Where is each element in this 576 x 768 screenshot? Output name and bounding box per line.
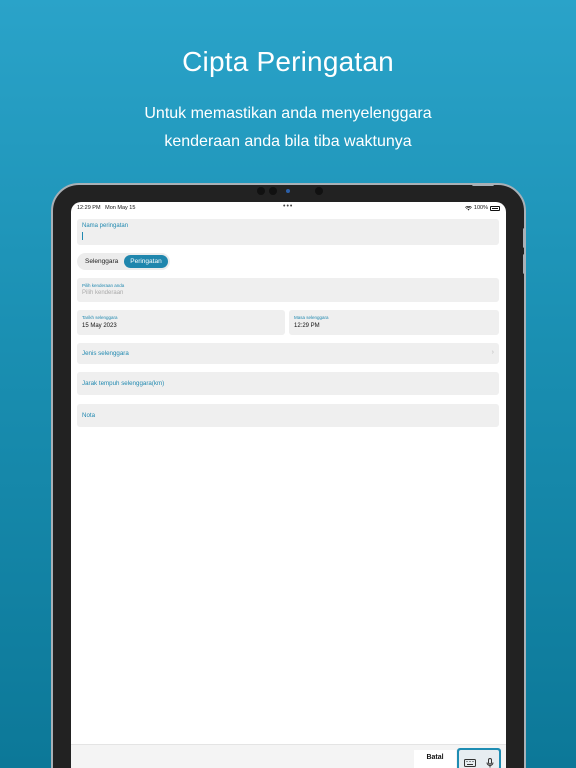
- microphone-icon[interactable]: [486, 758, 494, 768]
- status-right: 100%: [464, 205, 500, 211]
- maintenance-date-field[interactable]: Tarikh selenggara 15 May 2023: [77, 310, 285, 335]
- promo-subtitle-line2: kenderaan anda bila tiba waktunya: [164, 133, 412, 150]
- vehicle-select-field[interactable]: Pilih kenderaan anda Pilih kenderaan: [77, 278, 499, 302]
- bottom-bar: Batal: [71, 744, 506, 768]
- wifi-icon: [464, 205, 472, 210]
- keyboard-accessory-inner: [459, 750, 499, 768]
- tablet-volume-down-button: [523, 254, 526, 274]
- maintenance-time-label: Masa selenggara: [294, 315, 329, 320]
- maintenance-type-field[interactable]: Jenis selenggara ›: [77, 343, 499, 364]
- app-screen: 12:29 PM Mon May 15 ••• 100% Nama pering…: [71, 202, 506, 768]
- promo-subtitle-line1: Untuk memastikan anda menyelenggara: [144, 105, 432, 122]
- camera-lens: [286, 189, 290, 193]
- text-cursor: [82, 232, 83, 240]
- vehicle-select-placeholder: Pilih kenderaan: [82, 290, 124, 296]
- battery-percent: 100%: [473, 205, 488, 211]
- mileage-label: Jarak tempuh selenggara(km): [82, 380, 165, 387]
- maintenance-date-value: 15 May 2023: [82, 323, 117, 329]
- maintenance-date-label: Tarikh selenggara: [82, 315, 118, 320]
- reminder-name-field[interactable]: Nama peringatan: [77, 219, 499, 245]
- status-time: 12:29 PM Mon May 15: [77, 205, 135, 211]
- segment-selenggara[interactable]: Selenggara: [79, 255, 124, 268]
- status-bar: 12:29 PM Mon May 15 ••• 100%: [71, 202, 506, 214]
- keyboard-icon[interactable]: [464, 759, 476, 768]
- mileage-field[interactable]: Jarak tempuh selenggara(km): [77, 372, 499, 395]
- camera-sensor: [269, 187, 277, 195]
- notes-label: Nota: [82, 412, 96, 419]
- segment-peringatan[interactable]: Peringatan: [124, 255, 168, 268]
- chevron-right-icon: ›: [491, 349, 494, 356]
- maintenance-time-value: 12:29 PM: [294, 323, 320, 329]
- vehicle-select-label: Pilih kenderaan anda: [82, 283, 125, 288]
- promo-title: Cipta Peringatan: [182, 46, 394, 77]
- reminder-name-label: Nama peringatan: [82, 223, 129, 229]
- multitasking-dots-icon[interactable]: •••: [283, 203, 293, 210]
- cancel-button[interactable]: Batal: [414, 750, 456, 768]
- maintenance-time-field[interactable]: Masa selenggara 12:29 PM: [289, 310, 499, 335]
- maintenance-type-label: Jenis selenggara: [82, 350, 129, 357]
- type-segmented-control: Selenggara Peringatan: [77, 253, 170, 270]
- status-date-value: Mon May 15: [105, 205, 136, 211]
- tablet-power-button: [472, 183, 494, 186]
- status-time-value: 12:29 PM: [77, 205, 101, 211]
- notes-field[interactable]: Nota: [77, 404, 499, 427]
- tablet-volume-up-button: [523, 228, 526, 248]
- camera-sensor: [315, 187, 323, 195]
- camera-sensor: [257, 187, 265, 195]
- keyboard-accessory-panel: [457, 748, 501, 768]
- battery-icon: [490, 205, 500, 211]
